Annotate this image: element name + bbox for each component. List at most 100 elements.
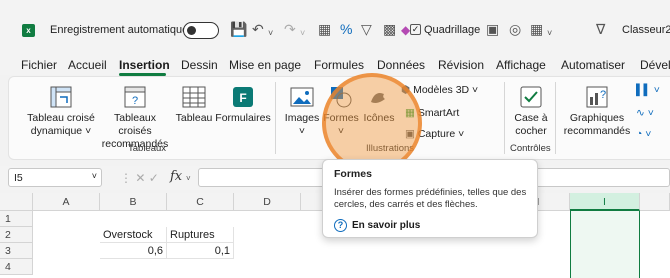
help-icon: ? [334,219,347,232]
tab-revision[interactable]: Révision [438,58,484,72]
cell-c2[interactable]: Ruptures [167,227,234,243]
forms-icon: F [233,87,253,107]
column-header-d[interactable]: D [234,193,301,211]
column-header-i[interactable]: I [570,193,640,211]
ribbon-tabs: Fichier Accueil Insertion Dessin Mise en… [0,50,670,75]
title-bar: x Enregistrement automatique 💾 ↶ ˅ ↷ ˅ ▦… [0,0,670,50]
pivot-table-label-1: Tableau croisé [27,112,95,124]
line-chart-icon[interactable]: ∿ ˅ [636,106,654,120]
selected-column-highlight [570,211,640,278]
recommended-pivot-button[interactable]: ? Tableaux croisés recommandés [96,84,174,151]
checkbox-button[interactable]: Case à cocher [510,84,552,138]
recommended-pivot-icon: ? [124,86,146,108]
redo-dropdown-icon[interactable]: ˅ [300,24,305,42]
tab-dessin[interactable]: Dessin [181,58,218,72]
formula-cancel-confirm-icons[interactable]: ⋮ ✕ ✓ [120,171,159,185]
checkbox-icon [520,86,542,108]
table-label: Tableau [175,112,213,124]
pivot-table-button[interactable]: Tableau croisé dynamique ˅ [25,84,97,138]
fx-dropdown-icon[interactable]: ˅ [186,174,191,183]
select-all-corner[interactable] [0,193,33,211]
table-button[interactable]: Tableau [174,84,214,125]
name-box-value: I5 [14,172,23,184]
screenshot-label: Capture [417,128,456,140]
bar-chart-icon[interactable]: ▌▌ ˅ [636,83,660,97]
gridlines-checkbox-icon[interactable]: ✓ [410,24,421,35]
cursor-highlight [322,73,422,173]
smartart-label: SmartArt [417,107,460,119]
document-title: Classeur2 [622,24,670,36]
tooltip-title: Formes [334,168,372,180]
undo-icon[interactable]: ↶ [252,20,264,38]
form-icon[interactable]: ▣ [486,20,499,38]
recommended-charts-label-1: Graphiques [569,112,625,124]
autosave-label: Enregistrement automatique [50,24,189,36]
pivot-table-icon [50,86,72,108]
save-icon[interactable]: 💾 [230,20,247,38]
image-icon [290,87,314,107]
tab-accueil[interactable]: Accueil [68,58,107,72]
checkbox-label-2: cocher [515,125,547,137]
insert-function-icon[interactable]: fx [170,169,182,184]
svg-text:?: ? [600,89,606,101]
cell-b2[interactable]: Overstock [100,227,167,243]
images-button[interactable]: Images ˅ [283,84,321,138]
eraser-icon[interactable]: ◆ [401,21,410,39]
toggle-knob [187,26,196,35]
name-box-dropdown-icon[interactable]: ˅ [92,171,97,181]
svg-text:F: F [239,91,246,105]
filter-icon[interactable]: ▽ [361,20,372,38]
pie-chart-icon[interactable]: ◔ ˅ [636,127,651,141]
tab-automatiser[interactable]: Automatiser [561,58,625,72]
table-dropdown-icon[interactable]: ˅ [547,24,552,42]
grid-tool-icon[interactable]: ▦ [318,20,331,38]
learn-more-label: En savoir plus [352,220,421,231]
percent-icon[interactable]: % [340,20,352,38]
row-header-4[interactable]: 4 [0,259,33,275]
pivot-table-label-2: dynamique [30,125,83,137]
column-header-b[interactable]: B [100,193,167,211]
table-tool-icon[interactable]: ▦ [530,20,543,38]
freeze-icon[interactable]: ▩ [383,20,396,38]
tab-formules[interactable]: Formules [314,58,364,72]
3d-models-label: Modèles 3D [413,84,470,96]
recommended-pivot-label-1: Tableaux croisés [113,112,157,137]
name-box[interactable]: I5 ˅ [8,168,102,187]
camera-icon[interactable]: ◎ [509,20,521,38]
row-header-3[interactable]: 3 [0,243,33,259]
tooltip-description: Insérer des formes prédéfinies, telles q… [334,187,527,210]
learn-more-link[interactable]: ? En savoir plus [334,219,420,232]
recommended-charts-icon: ? [586,86,608,108]
redo-icon[interactable]: ↷ [284,20,296,38]
tab-mise-en-page[interactable]: Mise en page [229,58,301,72]
row-header-1[interactable]: 1 [0,211,33,227]
recommended-charts-button[interactable]: ? Graphiques recommandés [562,84,632,138]
tab-fichier[interactable]: Fichier [21,58,57,72]
column-header-c[interactable]: C [167,193,234,211]
tab-insertion[interactable]: Insertion [119,58,170,72]
forms-button[interactable]: F Formulaires [215,84,271,125]
cell-c3[interactable]: 0,1 [167,243,234,259]
recommended-charts-label-2: recommandés [563,125,631,137]
tab-affichage[interactable]: Affichage [496,58,546,72]
column-header-a[interactable]: A [33,193,100,211]
forms-label: Formulaires [215,112,271,124]
shapes-tooltip: Formes Insérer des formes prédéfinies, t… [322,159,538,238]
ribbon-separator [504,82,505,154]
ribbon-separator [555,82,556,154]
tab-developpeur[interactable]: Dévelo [640,58,670,72]
excel-logo-icon: x [22,24,35,37]
ribbon-separator [275,82,276,154]
cell-b3[interactable]: 0,6 [100,243,167,259]
tab-donnees[interactable]: Données [377,58,425,72]
group-label-tableaux: Tableaux [128,143,167,154]
column-header-next[interactable] [640,193,670,211]
gridlines-label: Quadrillage [424,24,481,36]
qat-customize-icon[interactable]: ∇ [596,20,605,38]
svg-text:?: ? [132,95,138,107]
row-header-2[interactable]: 2 [0,227,33,243]
undo-dropdown-icon[interactable]: ˅ [268,24,273,42]
table-icon [182,86,206,108]
autosave-toggle[interactable] [183,22,219,39]
images-label: Images [284,112,320,124]
